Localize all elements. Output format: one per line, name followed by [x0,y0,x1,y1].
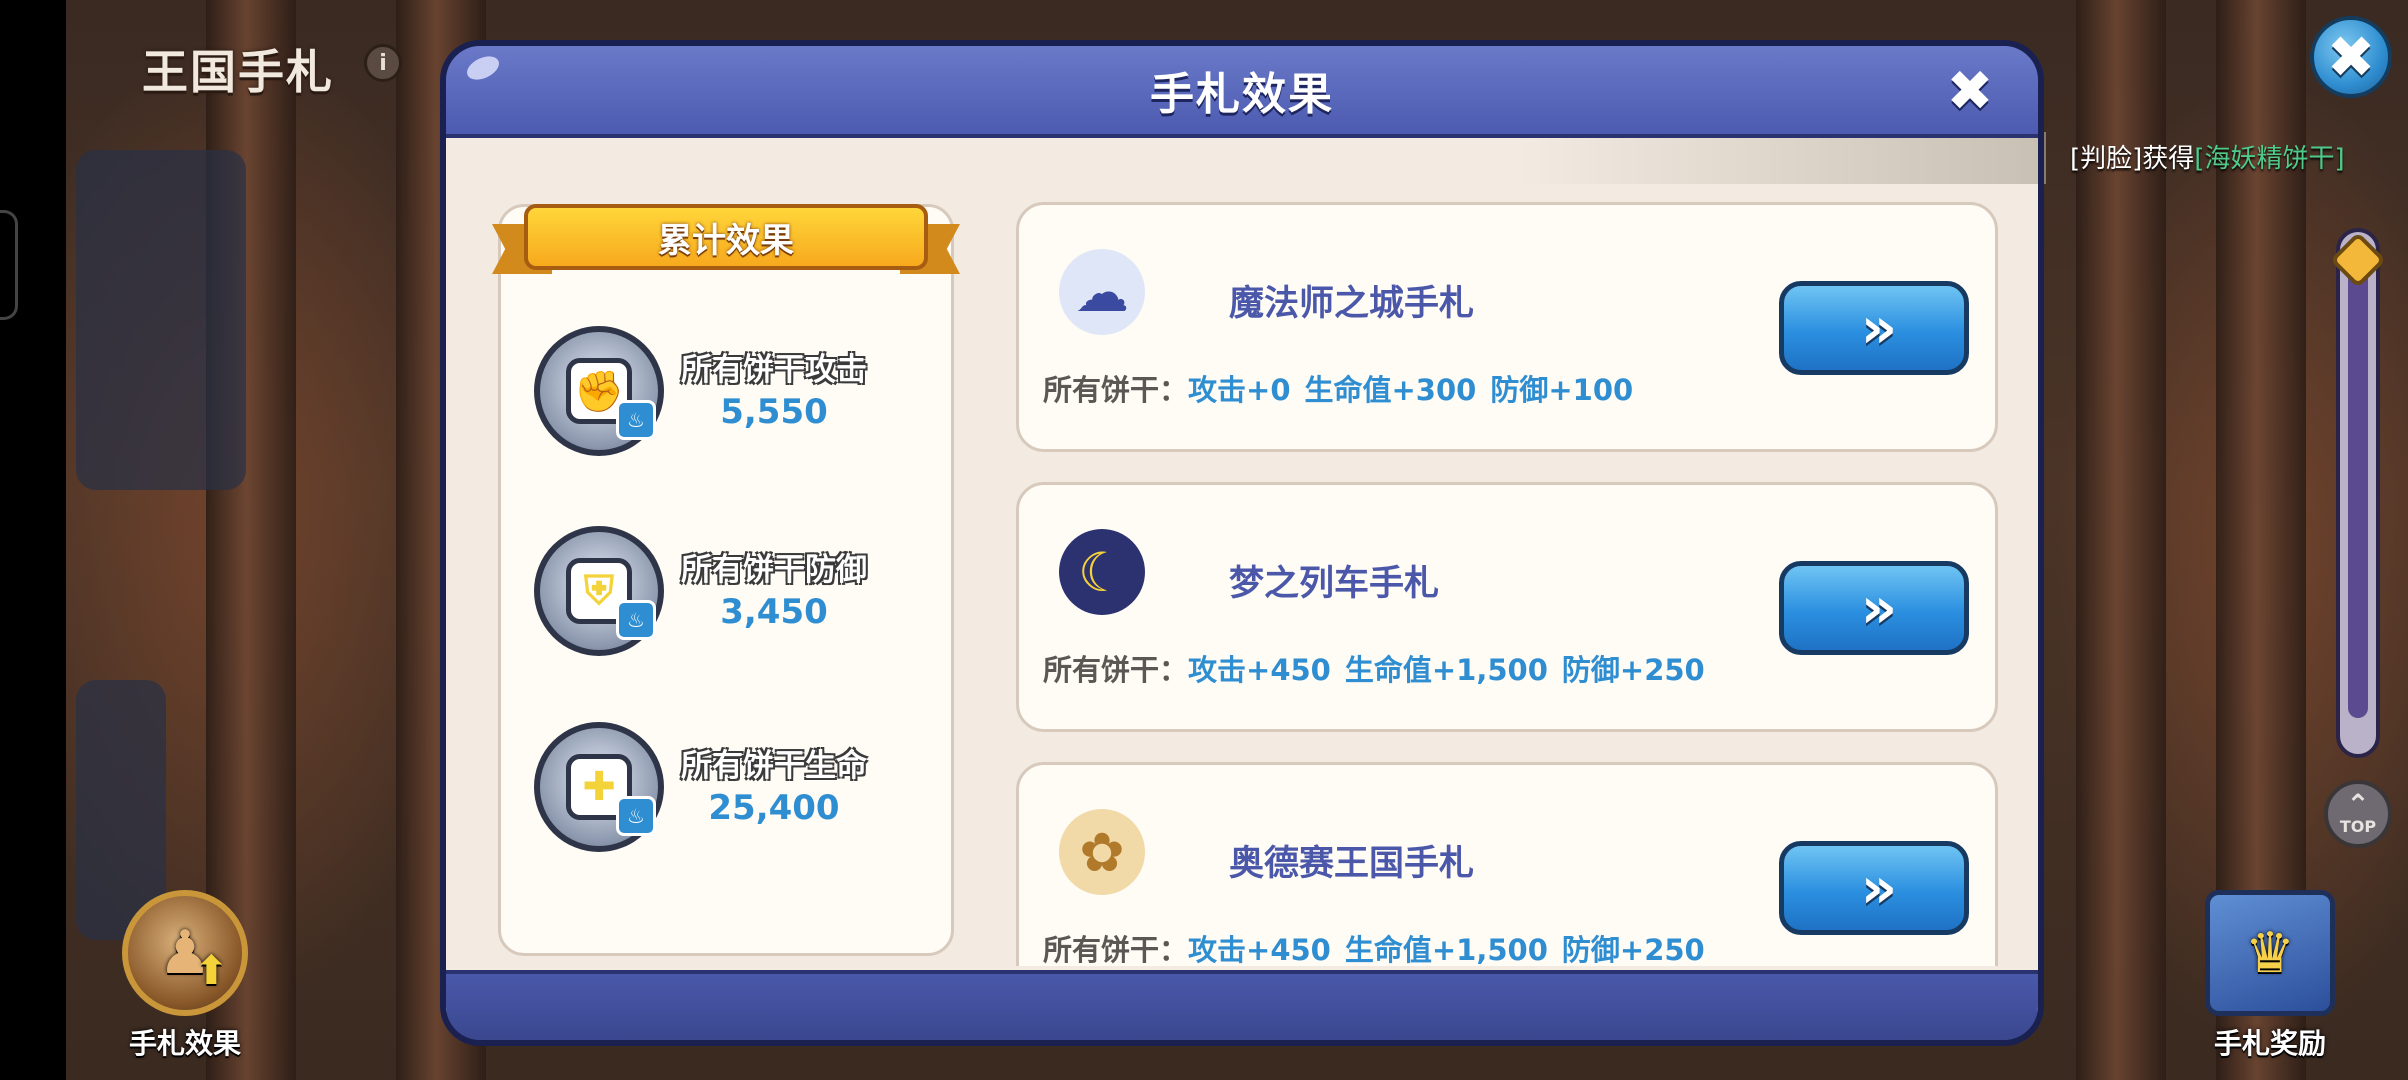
journal-bonus: 所有饼干：攻击+450 生命值+1,500 防御+250 [1043,647,1719,689]
go-button[interactable]: » [1779,841,1969,935]
scrollbar-fill [2348,268,2368,718]
journal-effect-button[interactable]: ♟ ⬆ 手札效果 [118,890,252,1062]
bonus-prefix: 所有饼干： [1043,653,1189,687]
chevron-up-icon: ⌃ [2346,787,2370,821]
bonus-attack: 攻击+0 [1188,373,1291,407]
wizard-cookie-icon: ☁ [1059,249,1145,335]
bonus-attack: 攻击+450 [1188,933,1331,966]
bonus-attack: 攻击+450 [1188,653,1331,687]
journal-card: ☁ 魔法师之城手札 所有饼干：攻击+0 生命值+300 防御+100 » [1016,202,1998,452]
journal-bonus: 所有饼干：攻击+450 生命值+1,500 防御+250 [1043,927,1719,966]
go-button[interactable]: » [1779,561,1969,655]
crown-book-icon: ♛ [2205,890,2335,1016]
journal-reward-label: 手札奖励 [2213,1027,2326,1060]
journal-reward-button[interactable]: ♛ 手札奖励 [2196,890,2344,1062]
journal-list[interactable]: ☁ 魔法师之城手札 所有饼干：攻击+0 生命值+300 防御+100 » ☾ 梦之列… [446,46,2038,966]
bezel-notch [0,210,18,320]
scroll-top-button[interactable]: ⌃ TOP [2324,780,2392,848]
scrollbar-track[interactable] [2336,228,2380,758]
double-chevron-right-icon: » [1860,295,1897,361]
chat-prefix: [判脸]获得 [2070,144,2195,174]
journal-effect-label: 手札效果 [128,1027,241,1060]
journal-name: 奥德赛王国手札 [1229,844,1475,884]
gingerbread-icon: ♟ ⬆ [122,890,248,1016]
page-title: 王国手札 [142,45,334,99]
left-bezel [0,0,66,1080]
bonus-prefix: 所有饼干： [1043,373,1189,407]
odyssey-cookie-icon: ✿ [1059,809,1145,895]
bonus-defense: 防御+250 [1561,933,1705,966]
bonus-hp: 生命值+1,500 [1344,933,1548,966]
journal-name: 魔法师之城手札 [1229,284,1475,324]
double-chevron-right-icon: » [1860,855,1897,921]
double-chevron-right-icon: » [1860,575,1897,641]
bonus-defense: 防御+250 [1561,653,1705,687]
journal-effect-modal: 手札效果 ✖ 累计效果 ✊ ♨ 所有饼干攻击 5,550 ⛨ ♨ 所有饼干防御 3,… [440,40,2044,1046]
go-button[interactable]: » [1779,281,1969,375]
close-kingdom-button[interactable]: ✖ [2310,16,2392,98]
bonus-prefix: 所有饼干： [1043,933,1189,966]
hourglass-decoration [76,150,246,490]
bonus-hp: 生命值+300 [1304,373,1477,407]
scroll-top-label: TOP [2339,816,2377,836]
info-icon[interactable]: i [364,44,402,82]
bonus-hp: 生命值+1,500 [1344,653,1548,687]
chat-highlight: [海妖精饼干] [2194,144,2345,174]
journal-card: ☾ 梦之列车手札 所有饼干：攻击+450 生命值+1,500 防御+250 » [1016,482,1998,732]
modal-footer [446,970,2038,1040]
dream-cookie-icon: ☾ [1059,529,1145,615]
journal-bonus: 所有饼干：攻击+0 生命值+300 防御+100 [1043,367,1647,409]
upgrade-arrow-icon: ⬆ [194,948,228,994]
journal-name: 梦之列车手札 [1229,564,1440,604]
chat-message: [判脸]获得[海妖精饼干] [2070,138,2345,175]
bonus-defense: 防御+100 [1490,373,1634,407]
journal-card: ✿ 奥德赛王国手札 所有饼干：攻击+450 生命值+1,500 防御+250 » [1016,762,1998,966]
